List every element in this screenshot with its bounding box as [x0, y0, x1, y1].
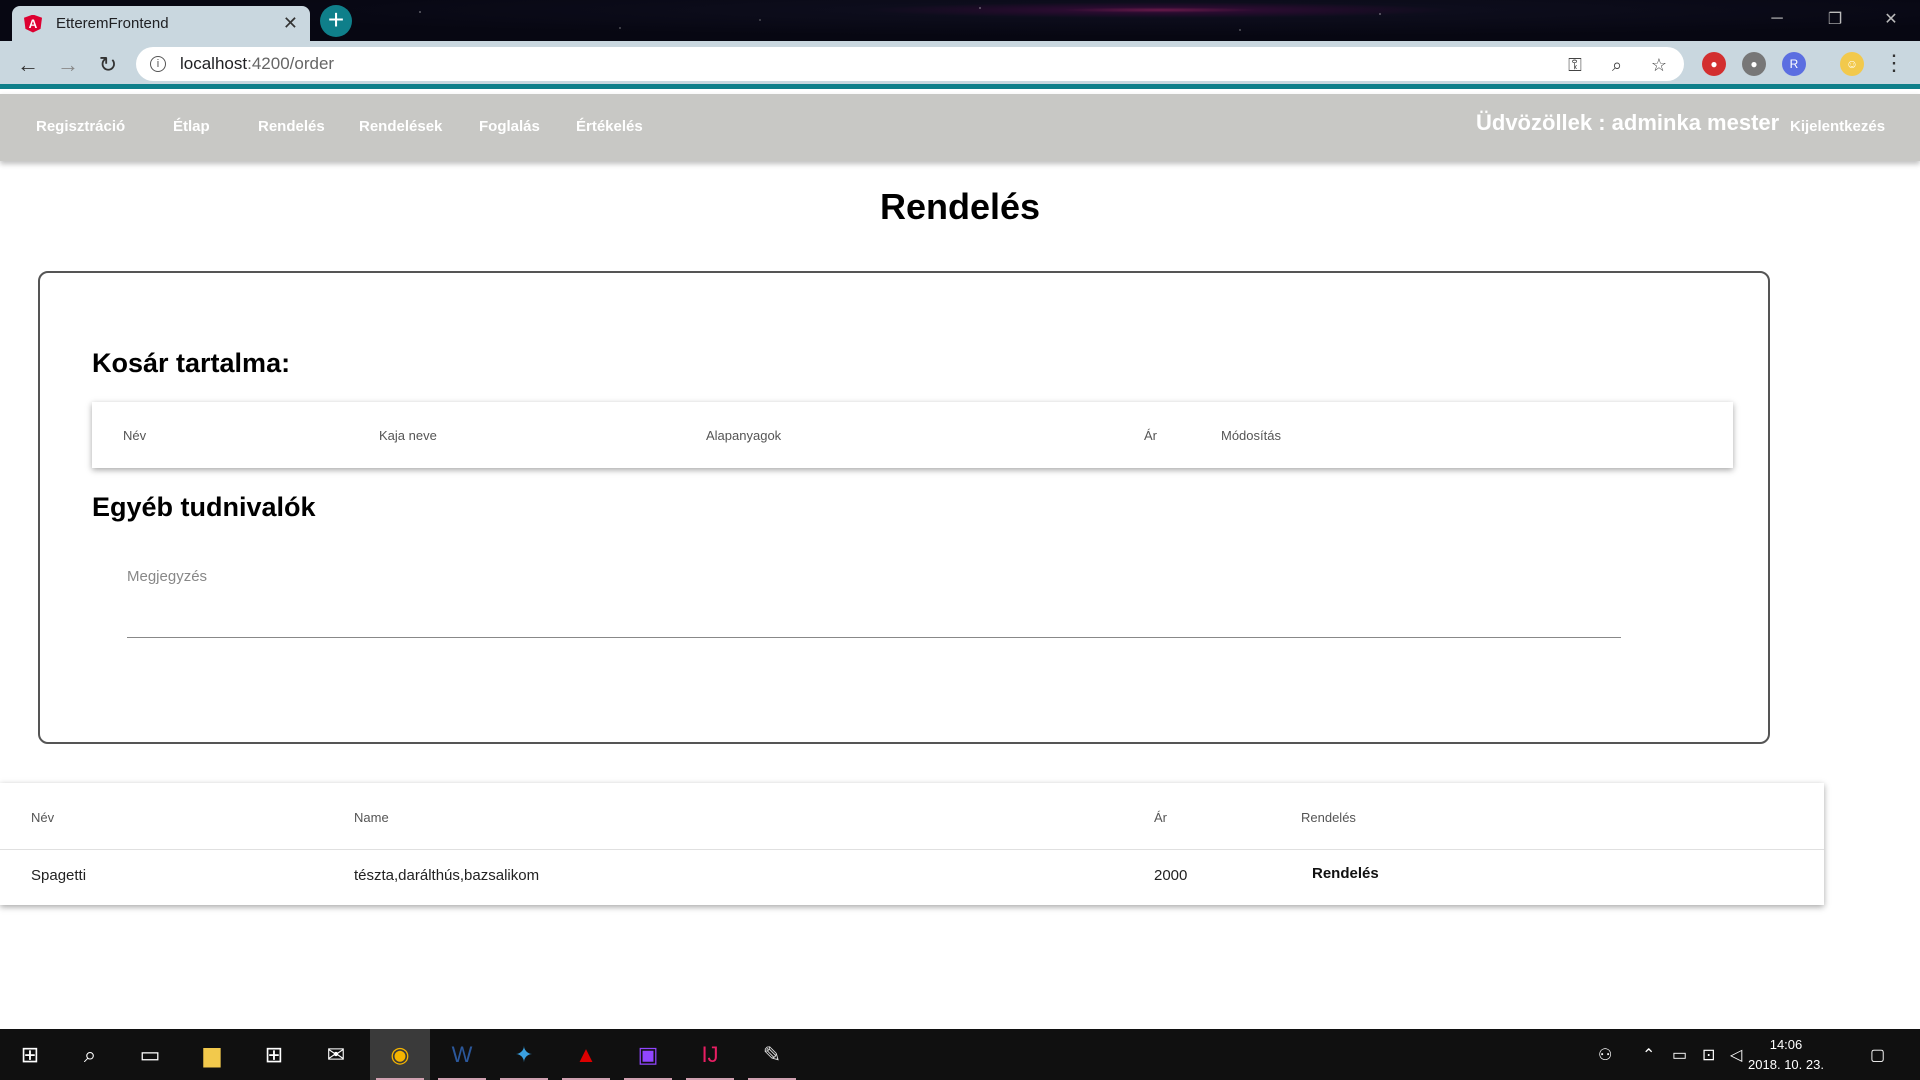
menu-col-order: Rendelés — [1301, 810, 1356, 825]
logout-link[interactable]: Kijelentkezés — [1790, 118, 1885, 135]
menu-table: Név Name Ár Rendelés Spagetti tészta,dar… — [0, 783, 1824, 905]
file-explorer-icon[interactable]: ▆ — [182, 1029, 242, 1080]
cart-col-name: Név — [123, 428, 147, 443]
browser-toolbar: ← → ↻ i localhost:4200/order ⚿ ⌕ ☆ ● ● R… — [0, 41, 1920, 89]
site-info-icon[interactable]: i — [150, 56, 166, 72]
page-title: Rendelés — [879, 186, 1041, 227]
other-info-heading: Egyéb tudnivalók — [92, 492, 316, 522]
url-host: localhost — [180, 54, 248, 73]
tab-title: EtteremFrontend — [56, 15, 169, 32]
nav-link-rating[interactable]: Értékelés — [576, 118, 643, 135]
menu-col-name: Név — [31, 810, 55, 825]
nav-link-reservation[interactable]: Foglalás — [479, 118, 540, 135]
angular-icon: A — [24, 14, 42, 33]
note-placeholder: Megjegyzés — [127, 568, 208, 585]
cart-col-price: Ár — [1144, 428, 1157, 443]
menu-col-ingredients: Name — [354, 810, 389, 825]
profile-avatar[interactable]: ☺ — [1840, 52, 1864, 76]
people-icon[interactable]: ⚇ — [1598, 1045, 1612, 1065]
notifications-icon[interactable]: ▢ — [1870, 1045, 1885, 1065]
clock-time: 14:06 — [1769, 1037, 1803, 1052]
reload-icon[interactable]: ↻ — [94, 51, 122, 79]
search-icon[interactable]: ⌕ — [60, 1029, 120, 1080]
mail-icon[interactable]: ✉ — [306, 1029, 366, 1080]
vscode-icon[interactable]: ✦ — [494, 1029, 554, 1080]
cart-col-ingredients: Alapanyagok — [706, 428, 782, 443]
menu-col-price: Ár — [1154, 810, 1167, 825]
cart-col-modify: Módosítás — [1221, 428, 1281, 443]
row-name: Spagetti — [31, 867, 87, 884]
note-input[interactable]: Megjegyzés — [127, 568, 1621, 638]
window-restore-button[interactable]: ❐ — [1806, 0, 1864, 38]
row-price: 2000 — [1154, 867, 1188, 884]
word-icon[interactable]: W — [432, 1029, 492, 1080]
browser-tab[interactable]: A EtteremFrontend ✕ — [12, 6, 310, 41]
nav-link-orders[interactable]: Rendelések — [359, 118, 442, 135]
app-navbar: Regisztráció Étlap Rendelés Rendelések F… — [0, 94, 1920, 161]
extension-r-icon[interactable]: R — [1782, 52, 1806, 76]
window-close-button[interactable]: ✕ — [1862, 0, 1920, 38]
twitch-icon[interactable]: ▣ — [618, 1029, 678, 1080]
start-windows-icon[interactable]: ⊞ — [0, 1029, 60, 1080]
url-text[interactable]: localhost:4200/order — [180, 54, 334, 74]
acrobat-icon[interactable]: ▲ — [556, 1029, 616, 1080]
cart-col-food-name: Kaja neve — [379, 428, 437, 443]
intellij-icon[interactable]: IJ — [680, 1029, 740, 1080]
bookmark-star-icon[interactable]: ☆ — [1648, 54, 1670, 76]
browser-menu-icon[interactable]: ⋮ — [1880, 49, 1908, 77]
battery-icon[interactable]: ▭ — [1672, 1045, 1687, 1065]
cart-heading: Kosár tartalma: — [92, 348, 291, 378]
windows-taskbar: ⊞ ⌕ ▭ ▆ ⊞ ✉ ◉ W ✦ ▲ ▣ IJ ✎ ⚇ ⌃ ▭ ⊡ ◁ 14:… — [0, 1029, 1920, 1080]
extension-circle-icon[interactable]: ● — [1742, 52, 1766, 76]
address-bar[interactable]: i localhost:4200/order ⚿ ⌕ ☆ — [136, 47, 1684, 81]
forward-icon[interactable]: → — [54, 51, 82, 79]
url-path: :4200/order — [247, 54, 335, 73]
row-ingredients: tészta,darálthús,bazsalikom — [354, 867, 540, 884]
paint-icon[interactable]: ✎ — [742, 1029, 802, 1080]
key-icon[interactable]: ⚿ — [1564, 54, 1586, 76]
new-tab-button[interactable]: + — [320, 5, 352, 37]
nav-link-menu[interactable]: Étlap — [173, 118, 210, 135]
window-minimize-button[interactable]: ─ — [1748, 0, 1806, 38]
nav-link-registration[interactable]: Regisztráció — [36, 118, 125, 135]
task-view-icon[interactable]: ▭ — [120, 1029, 180, 1080]
welcome-text: Üdvözöllek : adminka mester — [1476, 110, 1780, 135]
table-divider — [0, 849, 1824, 850]
extension-shield-icon[interactable]: ● — [1702, 52, 1726, 76]
tab-close-icon[interactable]: ✕ — [283, 13, 298, 34]
zoom-icon[interactable]: ⌕ — [1606, 54, 1628, 76]
store-icon[interactable]: ⊞ — [244, 1029, 304, 1080]
nav-link-order[interactable]: Rendelés — [258, 118, 325, 135]
tray-chevron-icon[interactable]: ⌃ — [1642, 1045, 1655, 1065]
cart-table: Név Kaja neve Alapanyagok Ár Módosítás — [92, 402, 1733, 468]
chrome-icon[interactable]: ◉ — [370, 1029, 430, 1080]
taskbar-clock[interactable]: 14:06 2018. 10. 23. — [1740, 1035, 1832, 1075]
clock-date: 2018. 10. 23. — [1748, 1057, 1824, 1072]
browser-titlebar: A EtteremFrontend ✕ + ─ ❐ ✕ — [0, 0, 1920, 41]
order-button[interactable]: Rendelés — [1312, 865, 1379, 882]
network-icon[interactable]: ⊡ — [1702, 1045, 1715, 1065]
back-icon[interactable]: ← — [14, 51, 42, 79]
